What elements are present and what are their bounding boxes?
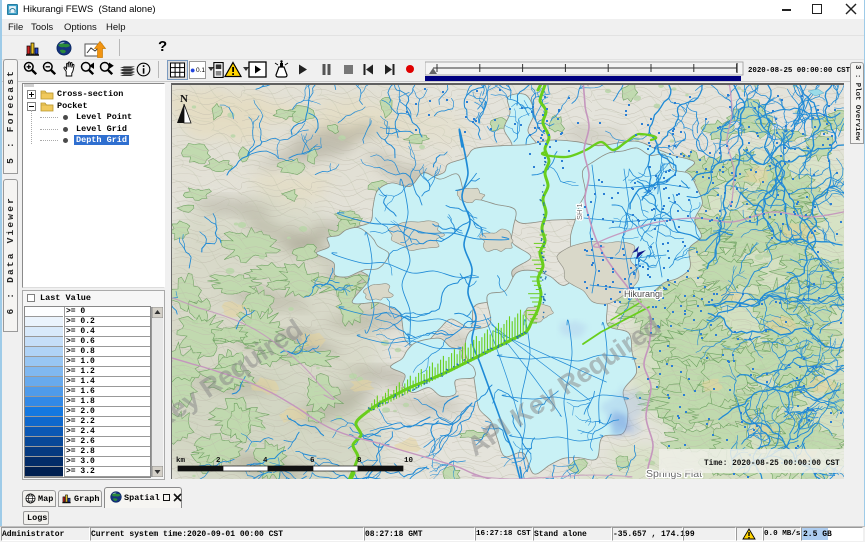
svg-text:4: 4 xyxy=(263,457,268,465)
svg-text:Time: 2020-08-25 00:00:00 CST: Time: 2020-08-25 00:00:00 CST xyxy=(704,460,840,468)
svg-text:km: km xyxy=(176,457,186,465)
svg-text:N: N xyxy=(180,93,188,105)
svg-text:2: 2 xyxy=(216,457,221,465)
svg-text:SH 1: SH 1 xyxy=(575,203,584,220)
svg-text:Hikurangi: Hikurangi xyxy=(624,289,662,299)
svg-text:6: 6 xyxy=(310,457,315,465)
svg-text:8: 8 xyxy=(357,457,362,465)
svg-text:10: 10 xyxy=(404,457,414,465)
